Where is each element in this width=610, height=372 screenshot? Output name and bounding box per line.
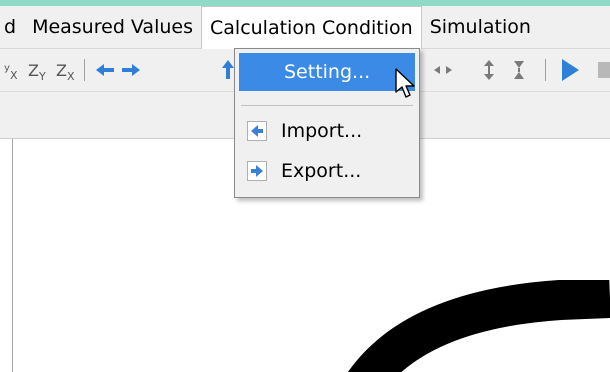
menu-item-partial[interactable]: d	[0, 6, 24, 48]
move-vertical-icon[interactable]	[484, 60, 494, 80]
toolbar-separator	[84, 59, 85, 81]
calculation-condition-menu: Setting... Import... Export...	[234, 48, 420, 198]
stop-icon[interactable]	[598, 62, 610, 78]
menu-simulation[interactable]: Simulation	[422, 6, 539, 48]
arrow-right-icon[interactable]	[122, 64, 140, 76]
arrow-up-icon[interactable]	[222, 60, 234, 79]
menu-bar: d Measured Values Calculation Condition …	[0, 6, 610, 49]
toolbar-separator-2	[545, 59, 546, 81]
svg-text:Y: Y	[38, 70, 46, 83]
menu-measured-values[interactable]: Measured Values	[24, 6, 201, 48]
menu-item-setting[interactable]: Setting...	[239, 53, 415, 91]
svg-text:X: X	[67, 70, 75, 83]
menu-item-export[interactable]: Export...	[239, 152, 415, 190]
import-icon	[247, 121, 267, 141]
menu-calculation-condition[interactable]: Calculation Condition	[201, 6, 422, 49]
compress-vertical-icon[interactable]	[514, 61, 524, 79]
move-horizontal-icon[interactable]	[434, 66, 452, 74]
menu-separator	[241, 105, 413, 106]
mouse-pointer-icon	[395, 68, 415, 98]
svg-text:Z: Z	[56, 61, 67, 80]
play-icon[interactable]	[562, 59, 579, 81]
canvas-left-border	[12, 139, 13, 372]
drawn-arc-shape	[348, 280, 610, 372]
svg-text:X: X	[10, 69, 18, 82]
menu-item-import[interactable]: Import...	[239, 112, 415, 150]
svg-text:Z: Z	[28, 61, 39, 80]
arrow-left-icon[interactable]	[96, 64, 114, 76]
rotate-zy-icon[interactable]: ZY	[28, 61, 46, 83]
rotate-zx-icon[interactable]: ʸX	[4, 61, 18, 82]
export-icon	[247, 161, 267, 181]
rotate-zx2-icon[interactable]: ZX	[56, 61, 75, 83]
